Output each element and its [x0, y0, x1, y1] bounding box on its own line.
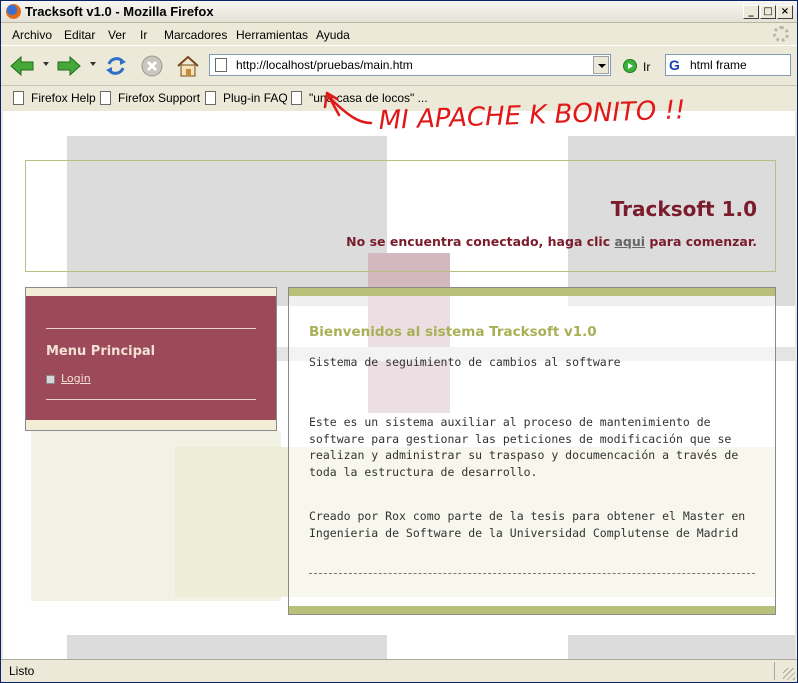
- subtitle-text: Sistema de seguimiento de cambios al sof…: [309, 355, 621, 369]
- forward-arrow-icon[interactable]: [56, 54, 82, 78]
- back-arrow-icon[interactable]: [9, 54, 35, 78]
- throbber-icon: [773, 26, 789, 42]
- bookmark-page-icon: [291, 91, 302, 105]
- menu-marcadores[interactable]: Marcadores: [164, 28, 227, 42]
- connect-suffix: para comenzar.: [645, 234, 757, 249]
- menu-ver[interactable]: Ver: [108, 28, 126, 42]
- top-band: [289, 288, 775, 296]
- connect-prefix: No se encuentra conectado, haga clic: [346, 234, 615, 249]
- annotation-text: MI APACHE K BONITO !!: [378, 95, 686, 136]
- login-bullet-icon: [46, 375, 55, 384]
- home-icon[interactable]: [175, 54, 201, 78]
- sidebar-menu: Menu Principal Login: [25, 287, 277, 431]
- menu-editar[interactable]: Editar: [64, 28, 95, 42]
- google-engine-icon[interactable]: G: [669, 57, 685, 73]
- bookmark-page-icon: [13, 91, 24, 105]
- background-block: [568, 635, 795, 659]
- navigation-toolbar: http://localhost/pruebas/main.htm Ir G h…: [1, 45, 797, 85]
- connect-link[interactable]: aqui: [614, 234, 645, 249]
- sidebar-title: Menu Principal: [46, 344, 156, 359]
- maximize-button[interactable]: □: [760, 5, 776, 19]
- go-icon[interactable]: [623, 59, 637, 73]
- search-box[interactable]: G html frame: [665, 54, 791, 76]
- bookmark-page-icon: [100, 91, 111, 105]
- firefox-icon: [6, 4, 21, 19]
- resize-grip-icon[interactable]: [783, 668, 795, 680]
- sidebar-divider: [46, 328, 256, 329]
- handwritten-annotation: MI APACHE K BONITO !!: [323, 91, 686, 136]
- welcome-heading: Bienvenidos al sistema Tracksoft v1.0: [309, 324, 597, 340]
- status-bar: Listo: [1, 659, 797, 682]
- search-input[interactable]: html frame: [690, 58, 747, 72]
- menu-bar: Archivo Editar Ver Ir Marcadores Herrami…: [1, 24, 797, 45]
- url-history-dropdown-icon[interactable]: [593, 56, 609, 74]
- bookmark-page-icon: [205, 91, 216, 105]
- bookmark-firefox-help[interactable]: Firefox Help: [31, 91, 96, 105]
- address-bar[interactable]: http://localhost/pruebas/main.htm: [209, 54, 611, 76]
- dashed-divider: [309, 573, 755, 574]
- window-title: Tracksoft v1.0 - Mozilla Firefox: [25, 4, 214, 19]
- bookmark-firefox-support[interactable]: Firefox Support: [118, 91, 200, 105]
- header-box: Tracksoft 1.0 No se encuentra conectado,…: [25, 160, 776, 272]
- menu-herramientas[interactable]: Herramientas: [236, 28, 308, 42]
- site-title: Tracksoft 1.0: [610, 197, 757, 221]
- reload-icon[interactable]: [103, 54, 129, 78]
- title-bar: Tracksoft v1.0 - Mozilla Firefox _ □ ×: [1, 1, 797, 23]
- back-history-dropdown-icon[interactable]: [43, 62, 49, 66]
- status-separator: [774, 662, 775, 680]
- sidebar-divider: [46, 399, 256, 400]
- bottom-band: [289, 606, 775, 614]
- menu-archivo[interactable]: Archivo: [12, 28, 52, 42]
- background-block: [67, 635, 387, 659]
- go-button-label[interactable]: Ir: [643, 60, 650, 74]
- connect-message: No se encuentra conectado, haga clic aqu…: [346, 234, 757, 249]
- forward-history-dropdown-icon[interactable]: [90, 62, 96, 66]
- main-content-box: Bienvenidos al sistema Tracksoft v1.0 Si…: [288, 287, 776, 615]
- sidebar-panel: Menu Principal Login: [26, 296, 276, 420]
- browser-window: Tracksoft v1.0 - Mozilla Firefox _ □ × A…: [0, 0, 798, 683]
- menu-ayuda[interactable]: Ayuda: [316, 28, 350, 42]
- credits-text: Creado por Rox como parte de la tesis pa…: [309, 509, 746, 540]
- login-link[interactable]: Login: [61, 372, 91, 385]
- bookmark-plugin-faq[interactable]: Plug-in FAQ: [223, 91, 288, 105]
- menu-ir[interactable]: Ir: [140, 28, 147, 42]
- status-text: Listo: [9, 664, 35, 678]
- description-text: Este es un sistema auxiliar al proceso d…: [309, 415, 739, 479]
- page-content: Tracksoft 1.0 No se encuentra conectado,…: [3, 111, 795, 659]
- minimize-button[interactable]: _: [743, 5, 759, 19]
- stop-icon[interactable]: [139, 54, 165, 78]
- page-icon: [215, 58, 227, 72]
- close-button[interactable]: ×: [777, 5, 793, 19]
- url-text[interactable]: http://localhost/pruebas/main.htm: [236, 58, 413, 72]
